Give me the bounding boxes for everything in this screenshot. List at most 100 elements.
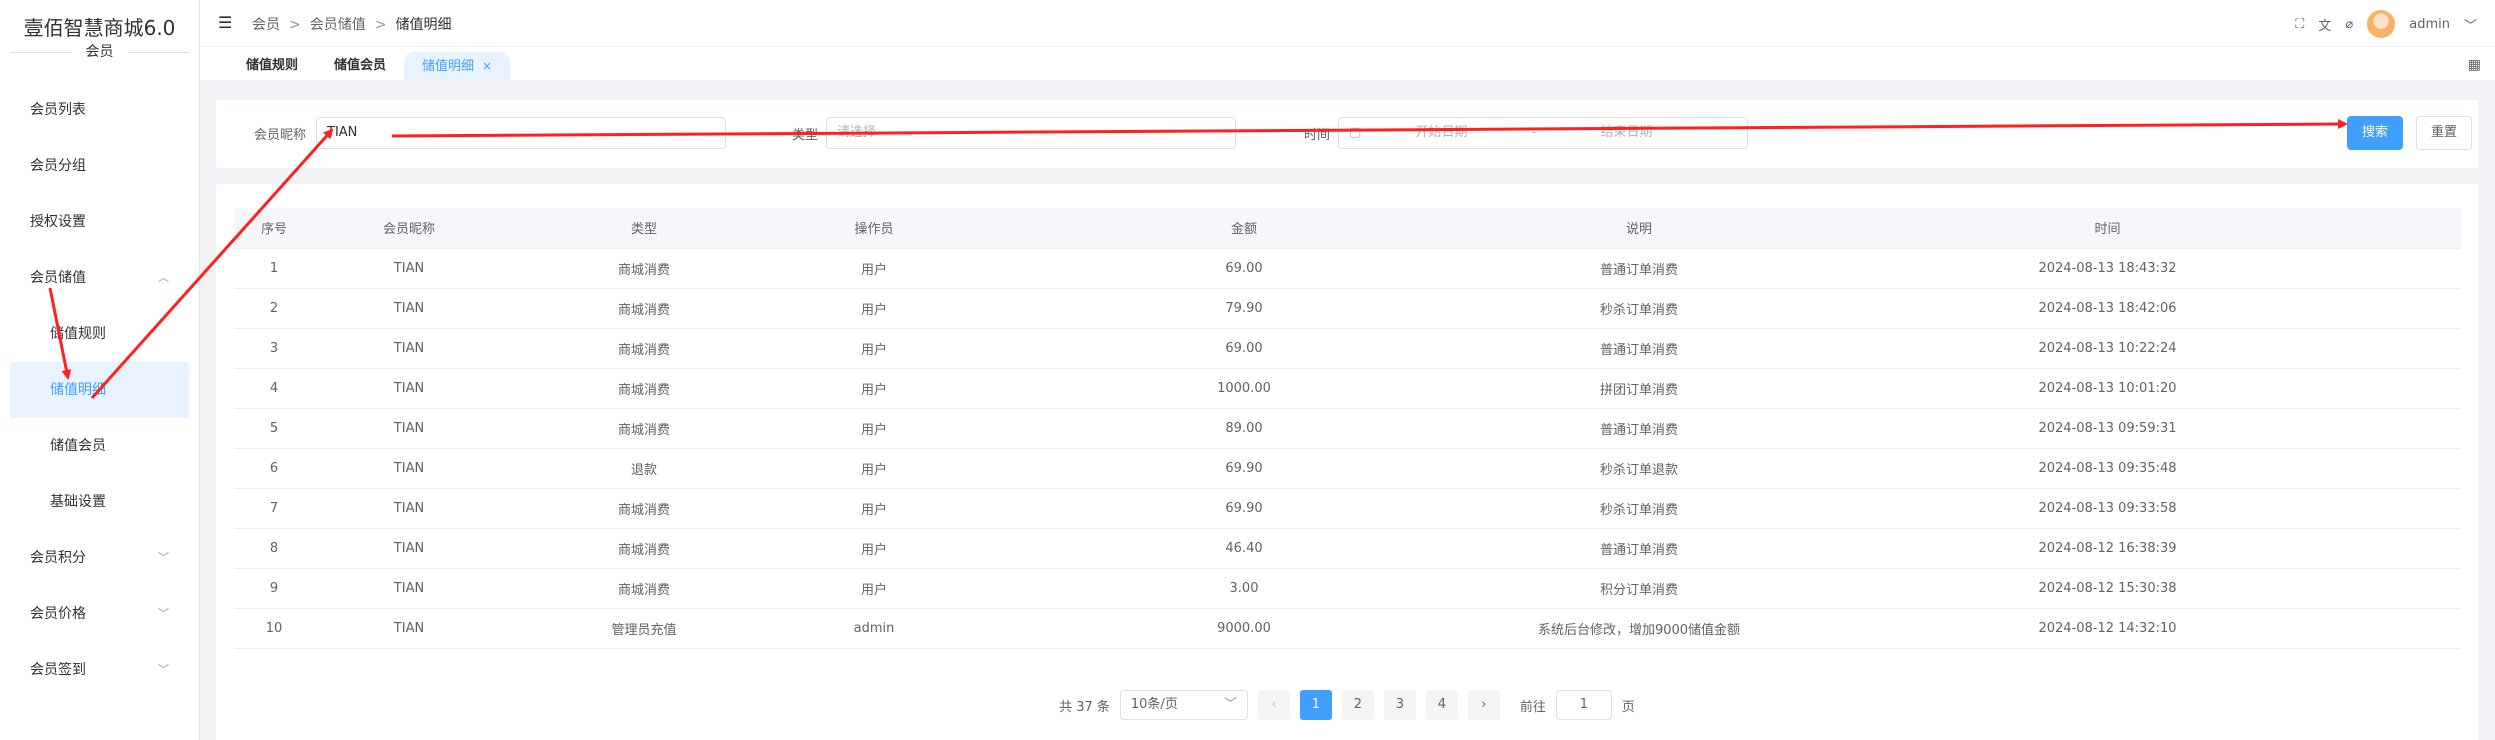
table-cell: 2 bbox=[234, 288, 314, 329]
sidebar-item-member-group[interactable]: 会员分组 bbox=[0, 138, 199, 194]
sidebar-item-member-stored-value[interactable]: 会员储值 ︿ bbox=[0, 250, 199, 306]
table-cell: TIAN bbox=[314, 248, 504, 289]
table-cell: 69.90 bbox=[964, 448, 1524, 489]
menu-label: 储值规则 bbox=[50, 326, 106, 342]
page-size-select[interactable]: 10条/页 ﹀ bbox=[1119, 690, 1248, 720]
close-icon[interactable]: × bbox=[482, 59, 492, 73]
table-cell: 89.00 bbox=[964, 408, 1524, 449]
table-row: 4 TIAN 商城消费 用户 1000.00 拼团订单消费 2024-08-13 10:01… bbox=[234, 368, 2461, 409]
menu-label: 会员列表 bbox=[30, 102, 86, 118]
prev-page-button[interactable]: ‹ bbox=[1257, 690, 1290, 720]
table-cell: 3.00 bbox=[964, 568, 1524, 609]
page-size-value: 10条/页 bbox=[1130, 697, 1178, 712]
table-cell: 5 bbox=[234, 408, 314, 449]
menu-label: 储值会员 bbox=[50, 438, 106, 454]
tab-label: 储值明细 bbox=[422, 59, 475, 74]
goto-page-input[interactable]: 1 bbox=[1555, 690, 1612, 720]
menu-label: 会员签到 bbox=[30, 662, 86, 678]
table-cell: TIAN bbox=[314, 568, 504, 609]
nickname-label: 会员昵称 bbox=[254, 128, 307, 143]
table-cell: 2024-08-13 10:22:24 bbox=[1754, 328, 2461, 369]
table-cell: 普通订单消费 bbox=[1524, 408, 1754, 449]
table-row: 5 TIAN 商城消费 用户 89.00 普通订单消费 2024-08-13 09:59:3… bbox=[234, 408, 2461, 449]
page-number-2[interactable]: 2 bbox=[1341, 690, 1374, 720]
breadcrumb-item[interactable]: 会员储值 bbox=[310, 17, 366, 33]
sidebar-subitem-stored-value-members[interactable]: 储值会员 bbox=[0, 418, 199, 474]
table-cell: 1 bbox=[234, 248, 314, 289]
menu-label: 储值明细 bbox=[50, 382, 106, 398]
tab-stored-value-details[interactable]: 储值明细 × bbox=[404, 52, 511, 80]
table-cell: 9000.00 bbox=[964, 608, 1524, 649]
goto-suffix: 页 bbox=[1621, 699, 1635, 715]
sidebar-subitem-stored-value-details[interactable]: 储值明细 bbox=[10, 362, 189, 418]
menu-label: 基础设置 bbox=[50, 494, 106, 510]
sidebar-item-member-price[interactable]: 会员价格 ﹀ bbox=[0, 586, 199, 642]
table-cell: 2024-08-13 09:35:48 bbox=[1754, 448, 2461, 489]
end-date-placeholder: 结束日期 bbox=[1600, 125, 1653, 140]
translate-icon[interactable]: 文 bbox=[2318, 15, 2331, 34]
next-page-button[interactable]: › bbox=[1467, 690, 1500, 720]
grid-icon[interactable]: ▦ bbox=[2468, 57, 2481, 73]
chevron-down-icon[interactable]: ﹀ bbox=[2464, 15, 2477, 34]
table-cell: 秒杀订单消费 bbox=[1524, 288, 1754, 329]
table-cell: 2024-08-13 10:01:20 bbox=[1754, 368, 2461, 409]
menu-label: 授权设置 bbox=[30, 214, 86, 230]
table-cell: 商城消费 bbox=[504, 248, 784, 289]
page-number-1[interactable]: 1 bbox=[1299, 690, 1332, 720]
page-number-4[interactable]: 4 bbox=[1425, 690, 1458, 720]
tab-stored-value-members[interactable]: 储值会员 bbox=[316, 52, 404, 80]
table-row: 8 TIAN 商城消费 用户 46.40 普通订单消费 2024-08-12 16:38:3… bbox=[234, 528, 2461, 569]
pagination: 共 37 条 10条/页 ﹀ ‹ 1 2 3 4 › 前往 1 页 bbox=[216, 690, 2478, 720]
date-range-picker[interactable]: ▢ 开始日期 - 结束日期 bbox=[1338, 117, 1748, 149]
table-cell: 秒杀订单消费 bbox=[1524, 488, 1754, 529]
table-cell: 商城消费 bbox=[504, 408, 784, 449]
table-cell: 2024-08-13 09:33:58 bbox=[1754, 488, 2461, 529]
table-cell: 6 bbox=[234, 448, 314, 489]
sidebar-section: 会员 bbox=[10, 41, 189, 82]
table-cell: 用户 bbox=[784, 368, 964, 409]
table-cell: 9 bbox=[234, 568, 314, 609]
table-cell: 2024-08-13 18:43:32 bbox=[1754, 248, 2461, 289]
clear-cache-icon[interactable]: ⌀ bbox=[2345, 17, 2353, 32]
table-cell: 商城消费 bbox=[504, 488, 784, 529]
column-header: 类型 bbox=[504, 208, 784, 249]
menu-label: 会员价格 bbox=[30, 606, 86, 622]
table-header-row: 序号 会员昵称 类型 操作员 金额 说明 时间 bbox=[234, 208, 2461, 249]
page-number-3[interactable]: 3 bbox=[1383, 690, 1416, 720]
time-label: 时间 bbox=[1304, 128, 1331, 143]
avatar[interactable] bbox=[2367, 10, 2396, 38]
table-cell: 1000.00 bbox=[964, 368, 1524, 409]
table-cell: 8 bbox=[234, 528, 314, 569]
sidebar-subitem-basic-settings[interactable]: 基础设置 bbox=[0, 474, 199, 530]
type-label: 类型 bbox=[792, 128, 819, 143]
nickname-input[interactable]: TIAN bbox=[316, 117, 726, 149]
tab-stored-value-rules[interactable]: 储值规则 bbox=[228, 52, 316, 80]
sidebar-item-member-checkin[interactable]: 会员签到 ﹀ bbox=[0, 642, 199, 698]
breadcrumb-item[interactable]: 会员 bbox=[252, 17, 280, 33]
menu-toggle-icon[interactable]: ☰ bbox=[218, 13, 232, 32]
table-cell: 用户 bbox=[784, 528, 964, 569]
sidebar-subitem-stored-value-rules[interactable]: 储值规则 bbox=[0, 306, 199, 362]
breadcrumb-current: 储值明细 bbox=[395, 17, 452, 33]
reset-button[interactable]: 重置 bbox=[2416, 116, 2472, 150]
tabs-bar: 储值规则 储值会员 储值明细 × ▦ bbox=[200, 46, 2495, 80]
filter-bar: 会员昵称 TIAN 类型 请选择 时间 ▢ 开始日期 - 结束日期 搜索 重置 bbox=[216, 100, 2478, 168]
table-cell: 46.40 bbox=[964, 528, 1524, 569]
type-select[interactable]: 请选择 bbox=[826, 117, 1236, 149]
table-cell: 用户 bbox=[784, 408, 964, 449]
table-cell: 79.90 bbox=[964, 288, 1524, 329]
table-cell: 商城消费 bbox=[504, 528, 784, 569]
table-cell: TIAN bbox=[314, 328, 504, 369]
table-card: 序号 会员昵称 类型 操作员 金额 说明 时间 1 TIAN 商城消费 用户 69.00… bbox=[216, 184, 2478, 740]
table-cell: 10 bbox=[234, 608, 314, 649]
fullscreen-icon[interactable]: ⛶ bbox=[2295, 17, 2304, 32]
chevron-down-icon: ﹀ bbox=[1223, 697, 1237, 712]
username[interactable]: admin bbox=[2409, 17, 2450, 32]
sidebar-item-member-points[interactable]: 会员积分 ﹀ bbox=[0, 530, 199, 586]
table-cell: 2024-08-13 18:42:06 bbox=[1754, 288, 2461, 329]
stored-value-table: 序号 会员昵称 类型 操作员 金额 说明 时间 1 TIAN 商城消费 用户 69.00… bbox=[234, 208, 2461, 649]
sidebar-item-member-list[interactable]: 会员列表 bbox=[0, 82, 199, 138]
search-button[interactable]: 搜索 bbox=[2347, 116, 2403, 150]
sidebar-item-auth-settings[interactable]: 授权设置 bbox=[0, 194, 199, 250]
table-cell: 商城消费 bbox=[504, 568, 784, 609]
